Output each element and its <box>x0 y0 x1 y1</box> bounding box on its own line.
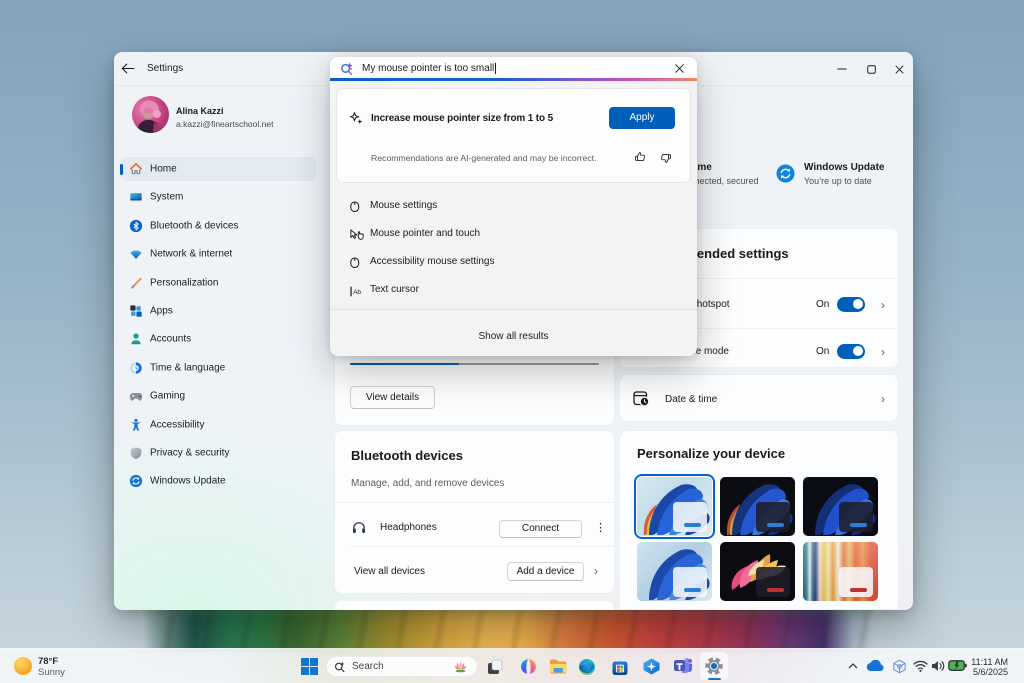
svg-text:Ab: Ab <box>353 289 361 296</box>
